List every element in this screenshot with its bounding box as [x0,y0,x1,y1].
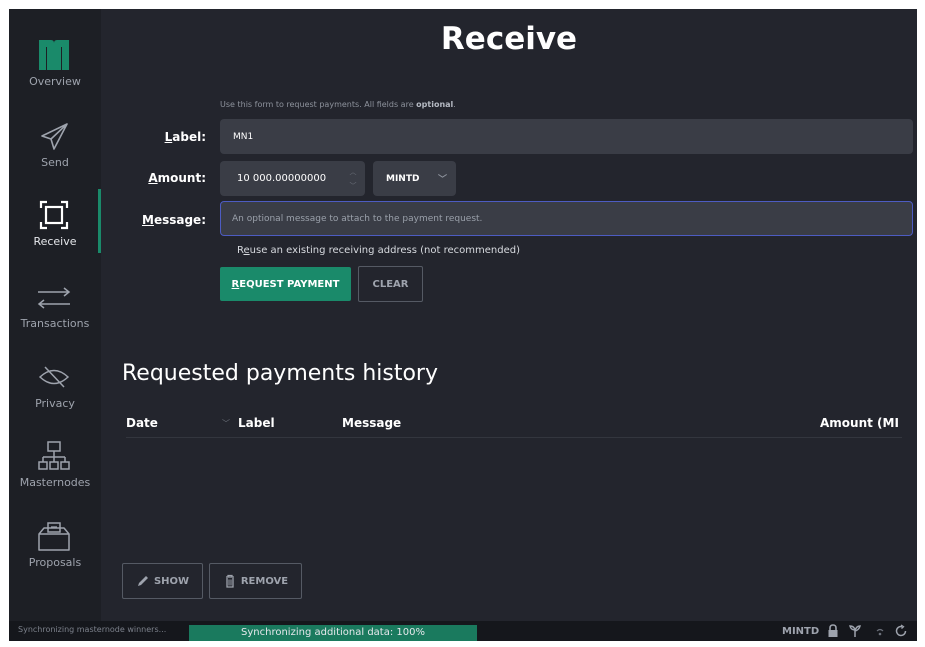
sidebar-item-receive[interactable]: Receive [9,189,101,255]
connections-icon [876,628,884,636]
sidebar-item-label: Proposals [28,556,82,569]
status-text: Synchronizing masternode winners... [18,625,167,634]
transfer-arrows-icon [37,287,71,309]
label-input[interactable] [233,131,912,142]
amount-stepper[interactable]: ︿ ﹀ [348,165,358,193]
chevron-down-icon: ﹀ [437,175,447,185]
message-input[interactable] [232,213,912,224]
sync-progress-bar: Synchronizing additional data: 100% [189,625,477,641]
amount-caption: Amount: [148,171,206,185]
sidebar-item-label: Transactions [20,317,90,330]
message-field[interactable] [220,201,913,236]
request-payment-button[interactable]: R EQUEST PAYMENT [220,267,351,301]
sidebar-item-proposals[interactable]: Proposals [9,510,101,576]
unit-label[interactable]: MINTD [782,626,819,637]
page-title: Receive [440,21,578,57]
message-caption: Message: [141,213,206,227]
sidebar-item-overview[interactable]: Overview [9,29,101,95]
sidebar-item-label: Masternodes [19,476,91,489]
eye-slash-icon [38,366,70,388]
sync-spinner-icon [895,624,907,637]
label-field[interactable] [220,119,913,154]
pencil-icon [137,576,148,586]
paper-plane-icon [41,123,68,150]
sidebar-item-transactions[interactable]: Transactions [9,271,101,337]
amount-input[interactable] [237,173,364,184]
sidebar-item-label: Send [41,156,69,169]
chevron-up-icon[interactable]: ︿ [348,165,358,179]
unit-select[interactable]: MINTD ﹀ [373,161,456,196]
lock-icon[interactable] [826,624,840,638]
network-icon [38,441,70,470]
column-date[interactable]: Date [126,416,158,430]
column-amount[interactable]: Amount (MI [820,416,899,430]
ballot-box-icon [38,522,70,551]
amount-field[interactable]: ︿ ﹀ [220,161,365,196]
reuse-address-checkbox[interactable]: Reuse an existing receiving address (not… [237,245,520,256]
app-window: Overview Send Receive Transactions Priva… [9,9,917,641]
logo-icon [39,40,69,70]
history-title: Requested payments history [122,361,438,386]
label-caption: Label: [164,130,206,144]
sidebar-item-privacy[interactable]: Privacy [9,351,101,417]
chevron-down-icon[interactable]: ﹀ [348,179,358,193]
trash-icon [225,574,234,588]
sidebar-item-send[interactable]: Send [9,110,101,176]
sidebar-item-label: Overview [29,75,81,88]
column-message[interactable]: Message [342,416,401,430]
form-hint: Use this form to request payments. All f… [220,100,456,109]
history-table-header: Date ﹀ Label Message Amount (MI [126,416,902,438]
receive-page: Receive Use this form to request payment… [101,9,917,621]
column-label[interactable]: Label [238,416,275,430]
sidebar-item-label: Privacy [35,397,75,410]
status-bar: Synchronizing masternode winners... Sync… [9,621,917,641]
receive-frame-icon [39,200,69,230]
sidebar: Overview Send Receive Transactions Priva… [9,9,101,621]
sidebar-item-masternodes[interactable]: Masternodes [9,430,101,496]
staking-sprout-icon [849,625,861,637]
sidebar-item-label: Receive [33,235,77,248]
clear-button[interactable]: CLEAR [358,266,423,302]
sort-chevron-icon: ﹀ [222,419,230,428]
show-button[interactable]: SHOW [122,563,203,599]
remove-button[interactable]: REMOVE [209,563,302,599]
